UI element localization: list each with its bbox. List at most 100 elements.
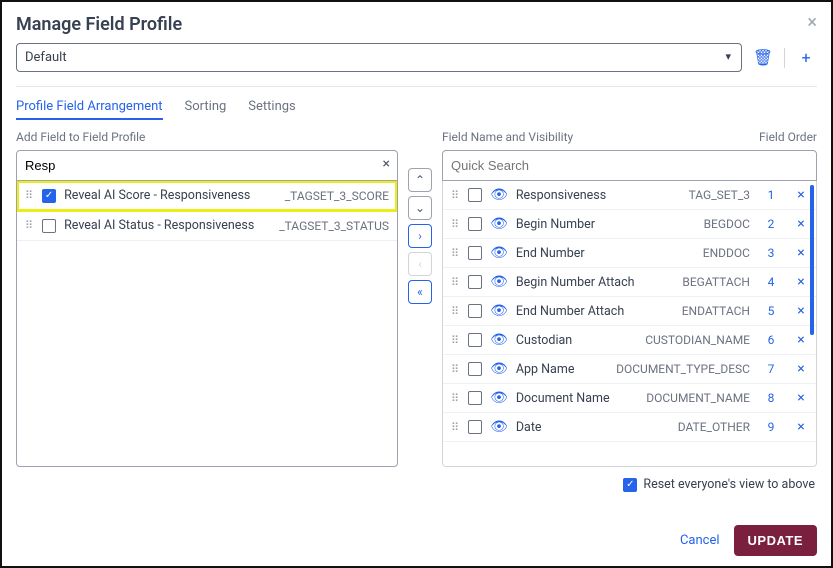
plus-icon[interactable]: + [795, 48, 817, 67]
field-name: Responsiveness [516, 188, 681, 203]
remove-icon[interactable]: × [794, 303, 808, 319]
table-row[interactable]: ⠿ 👁 Responsiveness TAG_SET_3 1 × [443, 181, 816, 210]
field-checkbox[interactable] [42, 219, 56, 233]
cancel-button[interactable]: Cancel [680, 533, 720, 548]
table-row[interactable]: ⠿👁DateDATE_OTHER9× [443, 413, 816, 442]
tabs: Profile Field Arrangement Sorting Settin… [16, 95, 817, 120]
reset-view-label: Reset everyone's view to above [643, 477, 815, 492]
drag-handle-icon[interactable]: ⠿ [451, 392, 460, 405]
toolbar-divider [784, 48, 785, 68]
remove-icon[interactable]: × [794, 361, 808, 377]
field-checkbox[interactable] [468, 391, 482, 405]
move-left-button: ‹ [408, 252, 432, 276]
field-order-label: Field Order [759, 130, 817, 144]
field-order: 6 [764, 333, 778, 347]
add-field-label: Add Field to Field Profile [16, 130, 398, 144]
field-code: DOCUMENT_NAME [646, 391, 750, 405]
field-checkbox[interactable] [468, 333, 482, 347]
remove-icon[interactable]: × [794, 419, 808, 435]
visibility-icon[interactable]: 👁 [490, 361, 508, 377]
field-code: TAG_SET_3 [689, 188, 750, 202]
move-up-button[interactable]: ⌃ [408, 168, 432, 192]
field-code: DOCUMENT_TYPE_DESC [616, 362, 750, 376]
field-checkbox[interactable] [468, 362, 482, 376]
field-checkbox[interactable] [468, 304, 482, 318]
field-checkbox[interactable] [468, 217, 482, 231]
table-row[interactable]: ⠿👁Begin NumberBEGDOC2× [443, 210, 816, 239]
table-row[interactable]: ⠿👁Begin Number AttachBEGATTACH4× [443, 268, 816, 297]
profile-select-value: Default [25, 50, 67, 65]
drag-handle-icon[interactable]: ⠿ [25, 219, 34, 232]
divider [16, 86, 817, 87]
field-name: Begin Number Attach [516, 275, 675, 290]
visibility-icon[interactable]: 👁 [490, 187, 508, 203]
visibility-icon[interactable]: 👁 [490, 245, 508, 261]
remove-icon[interactable]: × [794, 245, 808, 261]
visibility-icon[interactable]: 👁 [490, 274, 508, 290]
drag-handle-icon[interactable]: ⠿ [451, 363, 460, 376]
field-code: ENDDOC [703, 246, 750, 260]
close-icon[interactable]: × [807, 14, 817, 32]
available-fields-list: ⠿ Reveal AI Score - Responsiveness _TAGS… [16, 181, 398, 467]
tab-settings[interactable]: Settings [248, 95, 295, 120]
field-order: 3 [764, 246, 778, 260]
drag-handle-icon[interactable]: ⠿ [451, 276, 460, 289]
field-order: 7 [764, 362, 778, 376]
drag-handle-icon[interactable]: ⠿ [25, 189, 34, 202]
drag-handle-icon[interactable]: ⠿ [451, 421, 460, 434]
drag-handle-icon[interactable]: ⠿ [451, 334, 460, 347]
dialog-title: Manage Field Profile [16, 14, 182, 35]
field-checkbox[interactable] [468, 188, 482, 202]
field-code: _TAGSET_3_SCORE [285, 189, 389, 203]
remove-icon[interactable]: × [794, 274, 808, 290]
field-name: Reveal AI Status - Responsiveness [64, 218, 271, 233]
move-down-button[interactable]: ⌄ [408, 196, 432, 220]
profile-select[interactable]: Default [16, 43, 742, 72]
table-row[interactable]: ⠿ 👁 App Name DOCUMENT_TYPE_DESC 7 × [443, 355, 816, 384]
field-checkbox[interactable] [42, 189, 56, 203]
visibility-icon[interactable]: 👁 [490, 419, 508, 435]
clear-icon[interactable]: × [383, 156, 390, 172]
visibility-icon[interactable]: 👁 [490, 332, 508, 348]
tab-sorting[interactable]: Sorting [185, 95, 227, 120]
field-code: _TAGSET_3_STATUS [279, 219, 389, 233]
field-checkbox[interactable] [468, 275, 482, 289]
visibility-icon[interactable]: 👁 [490, 216, 508, 232]
remove-icon[interactable]: × [794, 332, 808, 348]
field-name: App Name [516, 362, 608, 377]
field-order: 8 [764, 391, 778, 405]
drag-handle-icon[interactable]: ⠿ [451, 218, 460, 231]
drag-handle-icon[interactable]: ⠿ [451, 247, 460, 260]
move-right-button[interactable]: › [408, 224, 432, 248]
remove-icon[interactable]: × [794, 216, 808, 232]
remove-icon[interactable]: × [794, 390, 808, 406]
table-row[interactable]: ⠿ 👁 End Number ENDDOC 3 × [443, 239, 816, 268]
list-item[interactable]: ⠿ Reveal AI Status - Responsiveness _TAG… [17, 211, 397, 241]
visibility-icon[interactable]: 👁 [490, 390, 508, 406]
field-name: Document Name [516, 391, 638, 406]
trash-icon[interactable]: 🗑 [752, 48, 774, 67]
visibility-icon[interactable]: 👁 [490, 303, 508, 319]
remove-icon[interactable]: × [794, 187, 808, 203]
field-order: 4 [764, 275, 778, 289]
update-button[interactable]: UPDATE [734, 525, 817, 556]
table-row[interactable]: ⠿👁End Number AttachENDATTACH5× [443, 297, 816, 326]
field-name: End Number Attach [516, 304, 674, 319]
field-order: 9 [764, 420, 778, 434]
move-all-left-button[interactable]: « [408, 280, 432, 304]
add-field-search-input[interactable] [16, 150, 398, 181]
drag-handle-icon[interactable]: ⠿ [451, 305, 460, 318]
field-order: 1 [764, 188, 778, 202]
reset-view-checkbox[interactable] [623, 478, 637, 492]
table-row[interactable]: ⠿👁CustodianCUSTODIAN_NAME6× [443, 326, 816, 355]
field-checkbox[interactable] [468, 246, 482, 260]
field-name: End Number [516, 246, 695, 261]
manage-field-profile-dialog: Manage Field Profile × Default 🗑 + Profi… [0, 0, 833, 568]
tab-profile-field-arrangement[interactable]: Profile Field Arrangement [16, 95, 163, 120]
drag-handle-icon[interactable]: ⠿ [451, 189, 460, 202]
table-row[interactable]: ⠿ 👁 Document Name DOCUMENT_NAME 8 × [443, 384, 816, 413]
field-checkbox[interactable] [468, 420, 482, 434]
list-item[interactable]: ⠿ Reveal AI Score - Responsiveness _TAGS… [17, 181, 397, 211]
quick-search-input[interactable] [442, 150, 817, 181]
field-code: ENDATTACH [682, 304, 750, 318]
